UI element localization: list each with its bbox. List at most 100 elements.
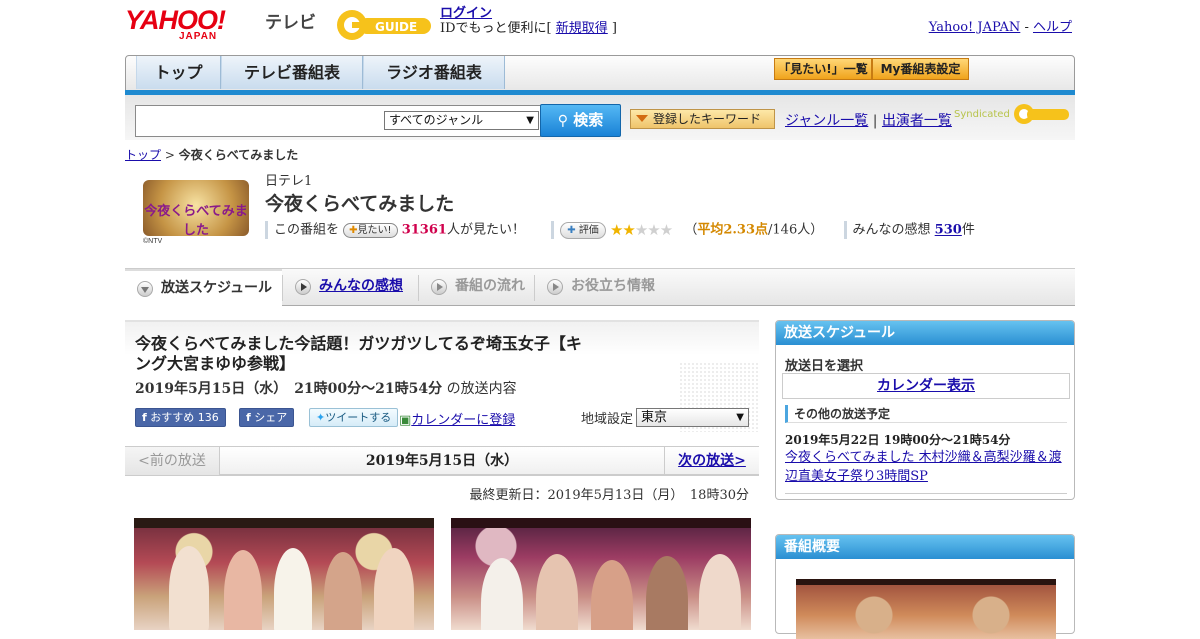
signup-link[interactable]: 新規取得 <box>556 21 608 36</box>
tab-comments[interactable]: みんなの感想 <box>283 269 418 306</box>
plus-icon: ✚ <box>567 224 576 236</box>
chevron-down-icon: ▼ <box>736 412 744 423</box>
tab-useful-info[interactable]: お役立ち情報 <box>535 269 670 306</box>
program-stats: この番組を ✚見たい! 31361人が見たい！ ✚ 評価 ★★★★★ （平均2.… <box>265 220 975 240</box>
search-icon: ⚲ <box>557 113 568 129</box>
region-label: 地域設定 <box>581 412 634 427</box>
want-suffix: 人が見たい！ <box>446 222 525 238</box>
facebook-share-button[interactable]: f シェア <box>239 408 295 427</box>
search-bar: すべてのジャンル ▼ ⚲ 検索 登録したキーワード ジャンル一覧 | 出演者一覧… <box>125 95 1075 140</box>
program-tabs: 放送スケジュール みんなの感想 番組の流れ お役立ち情報 <box>125 268 1075 306</box>
search-button[interactable]: ⚲ 検索 <box>540 104 621 137</box>
want-list-button[interactable]: 「見たい!」一覧 <box>774 58 872 80</box>
pager-current-date: 2019年5月15日（水） <box>365 453 519 469</box>
facebook-icon: f <box>246 411 251 424</box>
rate-button[interactable]: ✚ 評価 <box>560 221 606 239</box>
other-schedule-heading: その他の放送予定 <box>785 405 1067 423</box>
episode-date-value: 2019年5月15日（水） 21時00分～21時54分 <box>135 381 443 397</box>
recommend-label: おすすめ 136 <box>150 411 219 424</box>
region-select[interactable]: 東京 ▼ <box>636 408 749 427</box>
rating-count: /146人） <box>768 222 824 238</box>
episode-title: 今夜くらべてみました今話題！ガツガツしてるぞ埼玉女子【キング大宮まゆゆ参戦】 <box>135 334 582 373</box>
yahoo-japan-link[interactable]: Yahoo! JAPAN <box>929 20 1021 35</box>
yahoo-logo-sub: JAPAN <box>179 31 218 42</box>
photo-figure <box>536 554 578 630</box>
channel-name: 日テレ1 <box>265 174 313 189</box>
g-guide-text: GUIDE <box>375 20 417 34</box>
nav-tab-radio-listings[interactable]: ラジオ番組表 <box>363 56 505 89</box>
avg-open: （ <box>684 222 698 238</box>
login-sub-suffix: ] <box>607 21 617 36</box>
photo-figure <box>699 554 741 630</box>
sidebar: 放送スケジュール 放送日を選択 カレンダー表示 その他の放送予定 2019年5月… <box>775 320 1075 639</box>
overview-box: 番組概要 <box>775 534 1075 639</box>
photo-figure <box>224 550 262 630</box>
chevron-down-icon <box>137 281 153 297</box>
breadcrumb-top-link[interactable]: トップ <box>125 148 161 162</box>
photo-figure <box>646 556 688 630</box>
facebook-icon: f <box>142 411 147 424</box>
play-icon <box>295 279 311 295</box>
tv-label[interactable]: テレビ <box>265 8 316 33</box>
episode-photo <box>451 518 751 630</box>
episode-date: 2019年5月15日（水） 21時00分～21時54分 の放送内容 <box>135 378 517 398</box>
genre-list-link[interactable]: ジャンル一覧 <box>785 113 868 129</box>
yahoo-logo[interactable]: YAHOO! JAPAN <box>125 6 261 42</box>
breadcrumb-current: 今夜くらべてみました <box>178 148 299 162</box>
overview-box-title: 番組概要 <box>776 535 1074 559</box>
tab-program-flow[interactable]: 番組の流れ <box>419 269 534 306</box>
link-pipe: | <box>868 113 882 129</box>
help-link[interactable]: ヘルプ <box>1033 20 1072 35</box>
chevron-down-icon: ▼ <box>526 115 534 126</box>
syndicated-g-guide: Syndicated <box>954 103 1069 125</box>
tweet-label: ツイートする <box>325 411 392 424</box>
genre-select-value: すべてのジャンル <box>389 113 484 127</box>
facebook-recommend-button[interactable]: f おすすめ 136 <box>135 408 226 427</box>
calendar-register-link[interactable]: カレンダーに登録 <box>411 413 515 428</box>
rating-average: 平均2.33点 <box>697 222 769 238</box>
login-link[interactable]: ログイン <box>440 6 492 21</box>
genre-select[interactable]: すべてのジャンル ▼ <box>384 111 539 130</box>
play-icon <box>547 279 563 295</box>
photo-figure <box>591 560 633 630</box>
tweet-button[interactable]: ✦ツイートする <box>309 408 399 427</box>
other-schedule-link[interactable]: 今夜くらべてみました 木村沙織＆高梨沙羅＆渡辺直美女子祭り3時間SP <box>785 448 1067 486</box>
next-broadcast-link[interactable]: 次の放送> <box>664 447 759 475</box>
last-updated: 最終更新日：2019年5月13日（月） 18時30分 <box>469 488 749 503</box>
calendar-icon: ▣ <box>399 413 412 428</box>
episode-article: 今夜くらべてみました今話題！ガツガツしてるぞ埼玉女子【キング大宮まゆゆ参戦】 2… <box>125 320 759 630</box>
tab-label: お役立ち情報 <box>571 278 655 294</box>
previous-broadcast: <前の放送 <box>125 447 220 475</box>
tab-broadcast-schedule[interactable]: 放送スケジュール <box>125 269 282 306</box>
calendar-view-link[interactable]: カレンダー表示 <box>782 373 1070 399</box>
photo-figure <box>481 558 523 630</box>
nav-tab-tv-listings[interactable]: テレビ番組表 <box>221 56 363 89</box>
nav-tab-top[interactable]: トップ <box>136 56 221 89</box>
comments-count-link[interactable]: 530 <box>935 223 962 238</box>
comments-label: みんなの感想 <box>852 222 931 238</box>
want-button-label: 見たい! <box>357 224 392 236</box>
search-button-label: 検索 <box>573 111 604 129</box>
g-guide-logo[interactable]: GUIDE <box>335 8 433 42</box>
episode-header: 今夜くらべてみました今話題！ガツガツしてるぞ埼玉女子【キング大宮まゆゆ参戦】 2… <box>125 320 759 432</box>
schedule-box: 放送スケジュール 放送日を選択 カレンダー表示 その他の放送予定 2019年5月… <box>775 320 1075 500</box>
comments-unit: 件 <box>961 222 975 238</box>
rate-button-label: 評価 <box>578 224 599 236</box>
twitter-icon: ✦ <box>316 411 326 424</box>
want-to-watch-button[interactable]: ✚見たい! <box>343 222 398 238</box>
g-guide-small-logo <box>1014 104 1069 124</box>
stat-divider <box>551 221 555 239</box>
my-schedule-settings-button[interactable]: My番組表設定 <box>872 58 969 80</box>
link-separator: - <box>1020 20 1033 35</box>
broadcast-pager: <前の放送 2019年5月15日（水） 次の放送> <box>125 446 759 476</box>
other-schedule-date: 2019年5月22日 19時00分～21時54分 <box>785 433 1011 447</box>
performers-list-link[interactable]: 出演者一覧 <box>882 113 952 129</box>
main-nav: トップ テレビ番組表 ラジオ番組表 「見たい!」一覧 My番組表設定 <box>125 55 1075 92</box>
calendar-register[interactable]: ▣カレンダーに登録 <box>399 409 515 428</box>
breadcrumb-separator: > <box>161 148 179 162</box>
registered-keyword-button[interactable]: 登録したキーワード <box>630 109 775 129</box>
divider <box>785 493 1067 494</box>
tab-label: 番組の流れ <box>455 278 525 294</box>
region-select-value: 東京 <box>641 410 668 425</box>
photo-figure <box>169 546 209 630</box>
